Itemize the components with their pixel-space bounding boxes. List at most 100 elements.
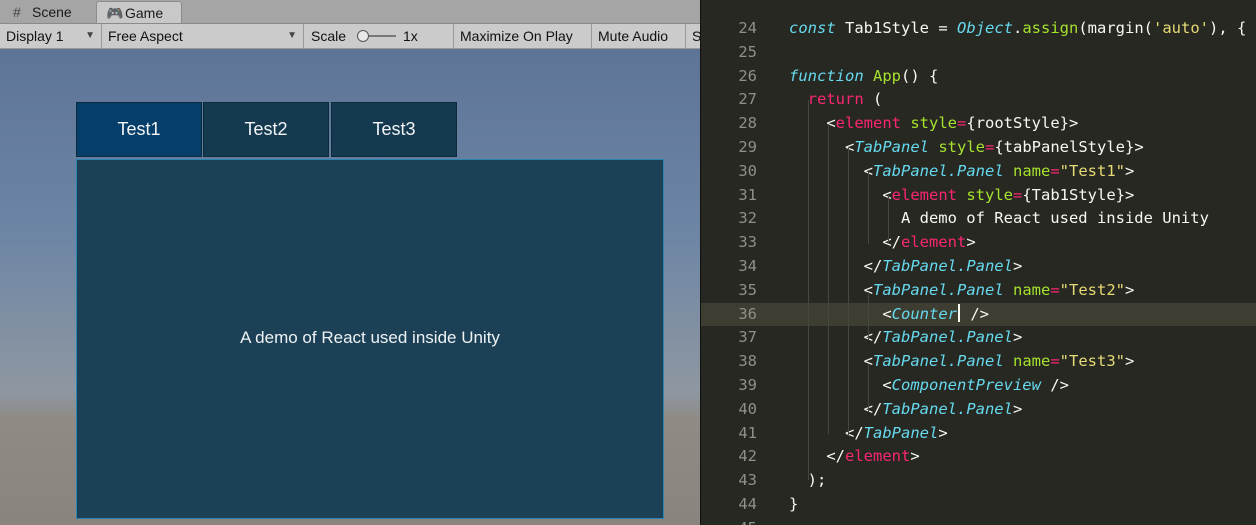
code-token: function bbox=[789, 66, 864, 85]
code-token: = bbox=[1013, 185, 1023, 204]
code-line[interactable]: 29 <TabPanel style={tabPanelStyle}> bbox=[701, 136, 1256, 160]
code-text: function App() { bbox=[789, 65, 938, 89]
indent-guide bbox=[848, 148, 849, 436]
code-line[interactable]: 35 <TabPanel.Panel name="Test2"> bbox=[701, 279, 1256, 303]
code-line[interactable]: 30 <TabPanel.Panel name="Test1"> bbox=[701, 160, 1256, 184]
code-line[interactable]: 38 <TabPanel.Panel name="Test3"> bbox=[701, 350, 1256, 374]
code-line[interactable]: 36 <Counter /> bbox=[701, 302, 1256, 327]
code-line[interactable]: 33 </element> bbox=[701, 231, 1256, 255]
editor-tab-bar: # Scene 🎮 Game bbox=[0, 0, 700, 24]
game-tab-panel: A demo of React used inside Unity bbox=[76, 159, 664, 519]
code-token: > bbox=[938, 423, 948, 442]
scale-slider-handle[interactable] bbox=[357, 30, 369, 42]
indent-guide bbox=[828, 124, 829, 434]
code-token: < bbox=[789, 376, 892, 394]
display-dropdown[interactable]: Display 1 ▼ bbox=[0, 24, 102, 48]
code-line[interactable]: 45 bbox=[701, 517, 1256, 525]
code-token: "Test3" bbox=[1059, 352, 1125, 371]
tab-game[interactable]: 🎮 Game bbox=[96, 1, 182, 23]
code-line[interactable]: 44} bbox=[701, 493, 1256, 517]
game-toolbar: Display 1 ▼ Free Aspect ▼ Scale 1x Maxim… bbox=[0, 24, 700, 49]
code-line[interactable]: 43 ); bbox=[701, 469, 1256, 493]
code-line[interactable]: 34 </TabPanel.Panel> bbox=[701, 255, 1256, 279]
mute-audio-button[interactable]: Mute Audio bbox=[592, 24, 686, 48]
code-token: > bbox=[1125, 280, 1135, 299]
aspect-dropdown[interactable]: Free Aspect ▼ bbox=[102, 24, 304, 48]
code-token: Tab1Style = bbox=[835, 19, 957, 37]
game-tab-test2[interactable]: Test2 bbox=[203, 102, 329, 157]
code-line[interactable]: 32 A demo of React used inside Unity bbox=[701, 207, 1256, 231]
code-line[interactable]: 24 const Tab1Style = Object.assign(margin… bbox=[701, 17, 1256, 41]
scale-label: Scale bbox=[311, 28, 347, 44]
line-number: 31 bbox=[738, 185, 757, 204]
code-token: < bbox=[789, 304, 892, 323]
code-token: TabPanel bbox=[863, 423, 939, 442]
code-token: /> bbox=[960, 304, 989, 323]
line-number: 37 bbox=[738, 328, 757, 347]
code-token: TabPanel.Panel bbox=[882, 328, 1013, 347]
code-text: <TabPanel.Panel name="Test3"> bbox=[789, 350, 1135, 374]
code-token: "Test1" bbox=[1059, 161, 1125, 180]
code-text: <ComponentPreview /> bbox=[789, 374, 1069, 398]
code-line[interactable]: 28 <element style={rootStyle}> bbox=[701, 112, 1256, 136]
chevron-down-icon: ▼ bbox=[287, 30, 297, 41]
game-tab-test3[interactable]: Test3 bbox=[331, 102, 457, 157]
code-token: style bbox=[910, 114, 958, 133]
code-token: /> bbox=[1040, 376, 1069, 394]
code-token: style bbox=[966, 185, 1013, 204]
code-token: </ bbox=[789, 423, 864, 442]
code-line[interactable]: 41 </TabPanel> bbox=[701, 422, 1256, 446]
code-token: </ bbox=[789, 447, 845, 466]
code-line[interactable]: 26 function App() { bbox=[701, 65, 1256, 89]
code-text: <element style={rootStyle}> bbox=[789, 112, 1078, 136]
code-editor[interactable]: 24 const Tab1Style = Object.assign(margin… bbox=[700, 0, 1256, 525]
code-text: </TabPanel> bbox=[789, 422, 948, 446]
code-token: name bbox=[1013, 280, 1051, 299]
aspect-dropdown-label: Free Aspect bbox=[108, 28, 183, 44]
code-token: ), { bbox=[1209, 19, 1247, 37]
tab-scene[interactable]: # Scene bbox=[4, 1, 96, 23]
game-tab-test1[interactable]: Test1 bbox=[76, 102, 202, 157]
line-number: 40 bbox=[738, 399, 757, 418]
code-token: = bbox=[1050, 352, 1060, 371]
code-token: > bbox=[910, 447, 920, 466]
code-token: . bbox=[1013, 19, 1023, 37]
code-token: Object bbox=[957, 19, 1013, 37]
code-line[interactable]: 31 <element style={Tab1Style}> bbox=[701, 184, 1256, 208]
code-token: {tabPanelStyle}> bbox=[994, 138, 1144, 156]
code-token: < bbox=[789, 185, 892, 204]
line-number: 44 bbox=[738, 495, 757, 513]
code-token: ( bbox=[863, 90, 883, 109]
code-token: = bbox=[1050, 161, 1060, 180]
code-token: element bbox=[835, 114, 901, 133]
maximize-on-play-button[interactable]: Maximize On Play bbox=[454, 24, 592, 48]
code-line[interactable]: 25 bbox=[701, 41, 1256, 65]
line-number: 35 bbox=[738, 280, 757, 299]
code-token: > bbox=[1012, 328, 1023, 347]
code-token: TabPanel.Panel bbox=[882, 399, 1013, 418]
indent-guide bbox=[888, 195, 889, 243]
line-number: 32 bbox=[738, 209, 757, 228]
code-line[interactable]: 40 </TabPanel.Panel> bbox=[701, 398, 1256, 422]
chevron-down-icon: ▼ bbox=[85, 30, 95, 41]
line-number: 28 bbox=[738, 114, 757, 133]
code-token: Counter bbox=[891, 304, 957, 323]
code-line[interactable]: 42 </element> bbox=[701, 445, 1256, 469]
code-text: </element> bbox=[789, 231, 975, 255]
code-token: TabPanel.Panel bbox=[873, 280, 1004, 299]
stats-button[interactable]: S bbox=[686, 24, 700, 48]
code-token: > bbox=[1125, 161, 1135, 180]
code-line[interactable]: 37 </TabPanel.Panel> bbox=[701, 326, 1256, 350]
code-token: name bbox=[1013, 161, 1051, 180]
line-number: 30 bbox=[738, 161, 757, 180]
game-viewport: Test1 Test2 Test3 A demo of React used i… bbox=[0, 49, 700, 525]
code-line[interactable]: 27 return ( bbox=[701, 88, 1256, 112]
code-text: <TabPanel style={tabPanelStyle}> bbox=[789, 136, 1144, 160]
line-number: 27 bbox=[738, 90, 757, 109]
code-token: {rootStyle}> bbox=[966, 114, 1079, 133]
code-line[interactable]: 39 <ComponentPreview /> bbox=[701, 374, 1256, 398]
demo-message: A demo of React used inside Unity bbox=[240, 328, 500, 347]
